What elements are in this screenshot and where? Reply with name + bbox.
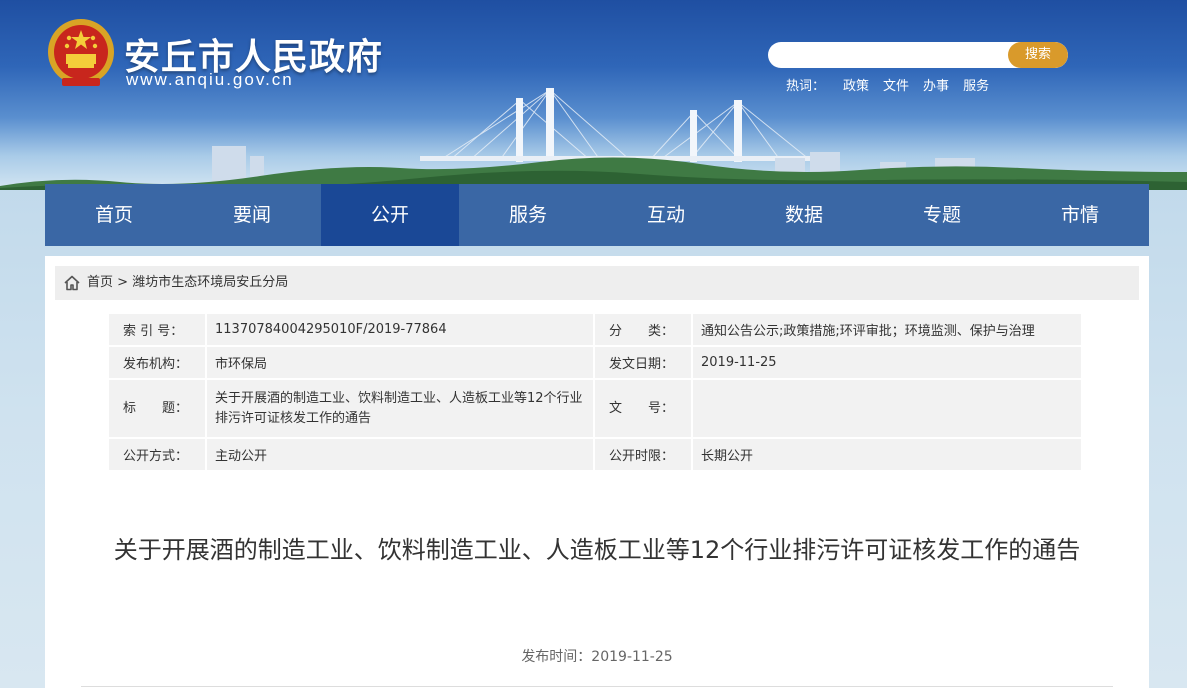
hot-words: 热词： 政策 文件 办事 服务 — [786, 75, 989, 94]
hot-words-label: 热词： — [786, 79, 826, 94]
title-value: 关于开展酒的制造工业、饮料制造工业、人造板工业等12个行业排污许可证核发工作的通… — [207, 380, 593, 437]
site-url: www.anqiu.gov.cn — [126, 70, 294, 89]
article-title: 关于开展酒的制造工业、饮料制造工业、人造板工业等12个行业排污许可证核发工作的通… — [113, 536, 1081, 564]
breadcrumb-separator: > — [117, 275, 129, 290]
document-meta-table: 索 引 号： 11370784004295010F/2019-77864 分 类… — [107, 312, 1083, 472]
table-row: 发布机构： 市环保局 发文日期： 2019-11-25 — [109, 347, 1081, 378]
open-period-label: 公开时限： — [595, 439, 691, 470]
open-mode-value: 主动公开 — [207, 439, 593, 470]
home-icon — [64, 275, 80, 291]
nav-item-service[interactable]: 服务 — [459, 184, 597, 246]
nav-item-open[interactable]: 公开 — [321, 184, 459, 246]
publisher-label: 发布机构： — [109, 347, 205, 378]
national-emblem-icon — [48, 19, 114, 86]
category-label: 分 类： — [595, 314, 691, 345]
divider — [81, 686, 1113, 687]
content-panel: 首页 > 潍坊市生态环境局安丘分局 索 引 号： 113707840042950… — [45, 256, 1149, 688]
date-value: 2019-11-25 — [693, 347, 1081, 378]
search-button[interactable]: 搜索 — [1008, 42, 1068, 68]
table-row: 公开方式： 主动公开 公开时限： 长期公开 — [109, 439, 1081, 470]
site-header: 安丘市人民政府 www.anqiu.gov.cn 搜索 热词： 政策 文件 办事… — [0, 0, 1187, 190]
nav-item-interaction[interactable]: 互动 — [597, 184, 735, 246]
title-label: 标 题： — [109, 380, 205, 437]
breadcrumb-home-link[interactable]: 首页 — [87, 275, 113, 290]
breadcrumb: 首页 > 潍坊市生态环境局安丘分局 — [55, 266, 1139, 300]
open-mode-label: 公开方式： — [109, 439, 205, 470]
nav-item-data[interactable]: 数据 — [735, 184, 873, 246]
hot-word-affairs[interactable]: 办事 — [923, 75, 949, 94]
nav-item-topics[interactable]: 专题 — [873, 184, 1011, 246]
nav-item-home[interactable]: 首页 — [45, 184, 183, 246]
search-box: 搜索 — [768, 42, 1068, 68]
search-input[interactable] — [768, 42, 1010, 68]
breadcrumb-current-link[interactable]: 潍坊市生态环境局安丘分局 — [132, 275, 288, 290]
hot-word-policy[interactable]: 政策 — [843, 75, 869, 94]
hot-word-documents[interactable]: 文件 — [883, 75, 909, 94]
publish-time: 发布时间：2019-11-25 — [521, 649, 673, 665]
table-row: 标 题： 关于开展酒的制造工业、饮料制造工业、人造板工业等12个行业排污许可证核… — [109, 380, 1081, 437]
doc-number-value — [693, 380, 1081, 437]
date-label: 发文日期： — [595, 347, 691, 378]
doc-number-label: 文 号： — [595, 380, 691, 437]
index-value: 11370784004295010F/2019-77864 — [207, 314, 593, 345]
index-label: 索 引 号： — [109, 314, 205, 345]
nav-item-news[interactable]: 要闻 — [183, 184, 321, 246]
table-row: 索 引 号： 11370784004295010F/2019-77864 分 类… — [109, 314, 1081, 345]
open-period-value: 长期公开 — [693, 439, 1081, 470]
hot-word-services[interactable]: 服务 — [963, 75, 989, 94]
nav-item-city-info[interactable]: 市情 — [1011, 184, 1149, 246]
main-nav: 首页 要闻 公开 服务 互动 数据 专题 市情 — [45, 184, 1149, 246]
category-value: 通知公告公示;政策措施;环评审批；环境监测、保护与治理 — [693, 314, 1081, 345]
publisher-value: 市环保局 — [207, 347, 593, 378]
